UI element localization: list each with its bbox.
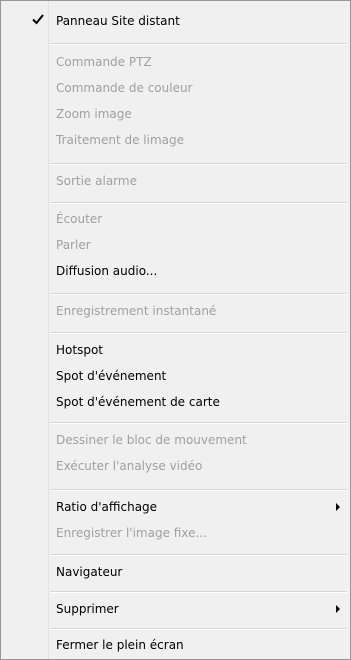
menu-separator [50,422,347,424]
menu-item-spot-evenement[interactable]: Spot d'événement [3,365,348,387]
menu-item-label: Dessiner le bloc de mouvement [56,433,247,447]
menu-item-navigateur[interactable]: Navigateur [3,561,348,583]
menu-item-traitement-de-limage: Traitement de limage [3,129,348,151]
menu-item-label: Ratio d'affichage [56,500,158,514]
menu-separator [50,628,347,630]
menu-item-label: Spot d'événement de carte [56,395,220,409]
menu-item-sortie-alarme: Sortie alarme [3,170,348,192]
menu-item-label: Hotspot [56,343,103,357]
menu-item-dessiner-bloc-mouvement: Dessiner le bloc de mouvement [3,429,348,451]
checkmark-icon [32,14,44,25]
menu-item-label: Enregistrer l'image fixe... [56,526,207,540]
menu-item-fermer-plein-ecran[interactable]: Fermer le plein écran [3,634,348,656]
menu-item-label: Commande PTZ [56,55,152,69]
submenu-arrow-icon [336,605,340,613]
menu-item-enregistrer-image-fixe: Enregistrer l'image fixe... [3,522,348,544]
menu-item-commande-de-couleur: Commande de couleur [3,77,348,99]
menu-separator [50,554,347,556]
submenu-arrow-icon [336,503,340,511]
menu-item-label: Fermer le plein écran [56,638,184,652]
menu-separator [50,591,347,593]
context-menu: Panneau Site distant Commande PTZ Comman… [0,0,351,660]
menu-item-ecouter: Écouter [3,208,348,230]
menu-item-executer-analyse-video: Exécuter l'analyse vidéo [3,455,348,477]
menu-separator [50,43,347,45]
menu-item-label: Exécuter l'analyse vidéo [56,459,203,473]
menu-item-label: Commande de couleur [56,81,193,95]
menu-item-label: Spot d'événement [56,369,167,383]
menu-item-parler: Parler [3,234,348,256]
menu-separator [50,202,347,204]
menu-item-label: Panneau Site distant [56,14,180,28]
menu-item-label: Zoom image [56,107,132,121]
menu-item-commande-ptz: Commande PTZ [3,51,348,73]
menu-separator [50,332,347,334]
menu-separator [50,293,347,295]
menu-separator [50,489,347,491]
menu-item-label: Supprimer [56,602,119,616]
menu-item-supprimer[interactable]: Supprimer [3,598,348,620]
menu-item-label: Traitement de limage [56,133,184,147]
menu-item-label: Écouter [56,212,103,226]
menu-item-spot-evenement-carte[interactable]: Spot d'événement de carte [3,391,348,413]
menu-item-ratio-affichage[interactable]: Ratio d'affichage [3,496,348,518]
menu-item-panneau-site-distant[interactable]: Panneau Site distant [3,10,348,32]
menu-item-label: Navigateur [56,565,123,579]
menu-item-label: Sortie alarme [56,174,137,188]
menu-item-hotspot[interactable]: Hotspot [3,339,348,361]
menu-item-diffusion-audio[interactable]: Diffusion audio... [3,260,348,282]
menu-item-enregistrement-instantane: Enregistrement instantané [3,300,348,322]
menu-item-label: Diffusion audio... [56,264,158,278]
menu-item-label: Enregistrement instantané [56,304,217,318]
menu-item-label: Parler [56,238,91,252]
menu-item-zoom-image: Zoom image [3,103,348,125]
menu-separator [50,163,347,165]
